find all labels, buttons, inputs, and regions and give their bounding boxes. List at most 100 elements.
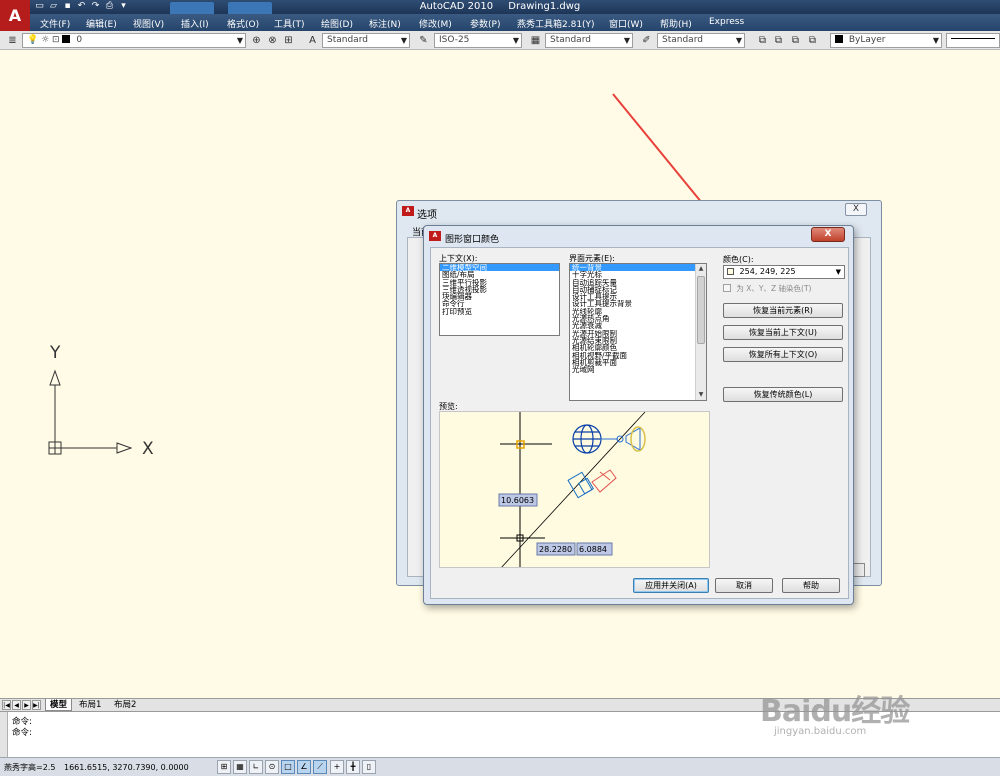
command-line-grip[interactable]	[0, 712, 8, 758]
dynamic-input-icon[interactable]: +	[330, 760, 344, 774]
dim-style-icon[interactable]: ✎	[417, 34, 430, 47]
element-list-scrollbar[interactable]: ▲ ▼	[695, 264, 706, 400]
cancel-button[interactable]: 取消	[715, 578, 773, 593]
layer-previous-icon[interactable]: ⊗	[266, 34, 279, 47]
list-item[interactable]: 自动捕捉标记	[570, 286, 706, 293]
color-select[interactable]: 254, 249, 225 ▼	[723, 265, 845, 279]
object-snap-tracking-icon[interactable]: ∠	[297, 760, 311, 774]
list-item[interactable]: 二维模型空间	[440, 264, 559, 272]
menu-view[interactable]: 视图(V)	[133, 17, 164, 30]
list-item[interactable]: 三维平行投影	[440, 279, 559, 286]
chevron-down-icon: ▼	[236, 36, 243, 45]
workspace-icon-4[interactable]: ⧉	[806, 34, 819, 47]
restore-current-context-button[interactable]: 恢复当前上下文(U)	[723, 325, 843, 340]
list-item[interactable]: 设计工具提示背景	[570, 300, 706, 307]
restore-all-contexts-button[interactable]: 恢复所有上下文(O)	[723, 347, 843, 362]
quick-properties-icon[interactable]: ▯	[362, 760, 376, 774]
grid-display-icon[interactable]: ▦	[233, 760, 247, 774]
ortho-mode-icon[interactable]: ∟	[249, 760, 263, 774]
prev-tab-icon[interactable]: ◀	[12, 700, 21, 710]
dialog-close-button[interactable]: X	[811, 227, 845, 242]
menu-dimension[interactable]: 标注(N)	[369, 17, 401, 30]
list-item[interactable]: 自动追踪矢量	[570, 279, 706, 286]
linetype-dropdown[interactable]	[946, 33, 1000, 48]
list-item[interactable]: 光源开始限制	[570, 330, 706, 337]
first-tab-icon[interactable]: |◀	[2, 700, 11, 710]
menu-tools[interactable]: 工具(T)	[274, 17, 305, 30]
list-item[interactable]: 相机视野/平截面	[570, 352, 706, 359]
table-style-dropdown[interactable]: Standard ▼	[545, 33, 633, 48]
restore-classic-colors-button[interactable]: 恢复传统颜色(L)	[723, 387, 843, 402]
tab-layout2[interactable]: 布局2	[110, 699, 140, 711]
list-item[interactable]: 相机轮廓颜色	[570, 344, 706, 351]
menu-express[interactable]: Express	[709, 17, 744, 27]
list-item[interactable]: 光源热点角	[570, 315, 706, 322]
list-item[interactable]: 光域网	[570, 366, 706, 373]
list-item[interactable]: 图纸/布局	[440, 271, 559, 278]
dim-style-dropdown[interactable]: ISO-25 ▼	[434, 33, 522, 48]
menu-format[interactable]: 格式(O)	[227, 17, 259, 30]
color-swatch	[727, 268, 734, 275]
list-item[interactable]: 十字光标	[570, 271, 706, 278]
snap-mode-icon[interactable]: ⊞	[217, 760, 231, 774]
mleader-style-value: Standard	[662, 35, 703, 45]
menu-yanxiu-toolbox[interactable]: 燕秀工具箱2.81(Y)	[517, 17, 595, 30]
light-globe-icon	[572, 424, 602, 454]
list-item[interactable]: 三维透视投影	[440, 286, 559, 293]
text-style-icon[interactable]: A	[306, 34, 319, 47]
list-item[interactable]: 光线轮廓	[570, 308, 706, 315]
table-style-icon[interactable]: ▦	[529, 34, 542, 47]
mleader-style-icon[interactable]: ✐	[640, 34, 653, 47]
workspace-icon-3[interactable]: ⧉	[789, 34, 802, 47]
menu-parametric[interactable]: 参数(P)	[470, 17, 500, 30]
autocad-logo-icon[interactable]: A	[0, 0, 30, 31]
polar-tracking-icon[interactable]: ⊙	[265, 760, 279, 774]
checkbox-box	[723, 284, 731, 292]
list-item[interactable]: 打印预览	[440, 308, 559, 315]
layer-dropdown[interactable]: 💡 ☼ ⊡ 0 ▼	[22, 33, 246, 48]
scroll-up-icon[interactable]: ▲	[696, 264, 706, 274]
tint-xyz-checkbox[interactable]: 为 X、Y、Z 轴染色(T)	[723, 283, 811, 294]
list-item[interactable]: 设计工具提示	[570, 293, 706, 300]
list-item[interactable]: 块编辑器	[440, 293, 559, 300]
app-name: AutoCAD 2010	[419, 1, 494, 12]
menu-modify[interactable]: 修改(M)	[419, 17, 452, 30]
tab-model[interactable]: 模型	[45, 699, 73, 711]
last-tab-icon[interactable]: ▶|	[32, 700, 41, 710]
list-item[interactable]: 光源衰减	[570, 322, 706, 329]
color-dropdown[interactable]: ByLayer ▼	[830, 33, 942, 48]
command-prompt[interactable]: 命令:	[12, 726, 32, 738]
color-swatch	[835, 35, 843, 43]
context-listbox[interactable]: 二维模型空间 图纸/布局 三维平行投影 三维透视投影 块编辑器 命令行 打印预览	[439, 263, 560, 336]
next-tab-icon[interactable]: ▶	[22, 700, 31, 710]
layer-manager-icon[interactable]: ≣	[6, 34, 19, 47]
apply-close-button[interactable]: 应用并关闭(A)	[633, 578, 709, 593]
options-close-button[interactable]: X	[845, 203, 867, 216]
mleader-style-dropdown[interactable]: Standard ▼	[657, 33, 745, 48]
dynamic-ucs-icon[interactable]: ⟋	[313, 760, 327, 774]
menu-window[interactable]: 窗口(W)	[609, 17, 643, 30]
list-item[interactable]: 相机剪裁平面	[570, 359, 706, 366]
list-item[interactable]: 统一背景	[570, 264, 695, 272]
menu-draw[interactable]: 绘图(D)	[321, 17, 353, 30]
scroll-thumb[interactable]	[697, 276, 705, 344]
workspace-icon-1[interactable]: ⧉	[756, 34, 769, 47]
object-snap-icon[interactable]: □	[281, 760, 295, 774]
element-listbox[interactable]: 统一背景 十字光标 自动追踪矢量 自动捕捉标记 设计工具提示 设计工具提示背景 …	[569, 263, 707, 401]
menu-insert[interactable]: 插入(I)	[181, 17, 209, 30]
make-current-layer-icon[interactable]: ⊕	[250, 34, 263, 47]
list-item[interactable]: 光源结束限制	[570, 337, 706, 344]
menu-edit[interactable]: 编辑(E)	[86, 17, 117, 30]
text-style-dropdown[interactable]: Standard ▼	[322, 33, 410, 48]
help-button[interactable]: 帮助	[782, 578, 840, 593]
layer-state-icon[interactable]: ⊞	[282, 34, 295, 47]
menu-help[interactable]: 帮助(H)	[660, 17, 692, 30]
restore-current-element-button[interactable]: 恢复当前元素(R)	[723, 303, 843, 318]
lineweight-icon[interactable]: ╋	[346, 760, 360, 774]
menu-file[interactable]: 文件(F)	[40, 17, 70, 30]
properties-toolbar: ≣ 💡 ☼ ⊡ 0 ▼ ⊕ ⊗ ⊞ A Standard ▼ ✎ ISO-25 …	[0, 31, 1000, 50]
workspace-icon-2[interactable]: ⧉	[772, 34, 785, 47]
scroll-down-icon[interactable]: ▼	[696, 390, 706, 400]
tab-layout1[interactable]: 布局1	[75, 699, 105, 711]
list-item[interactable]: 命令行	[440, 300, 559, 307]
